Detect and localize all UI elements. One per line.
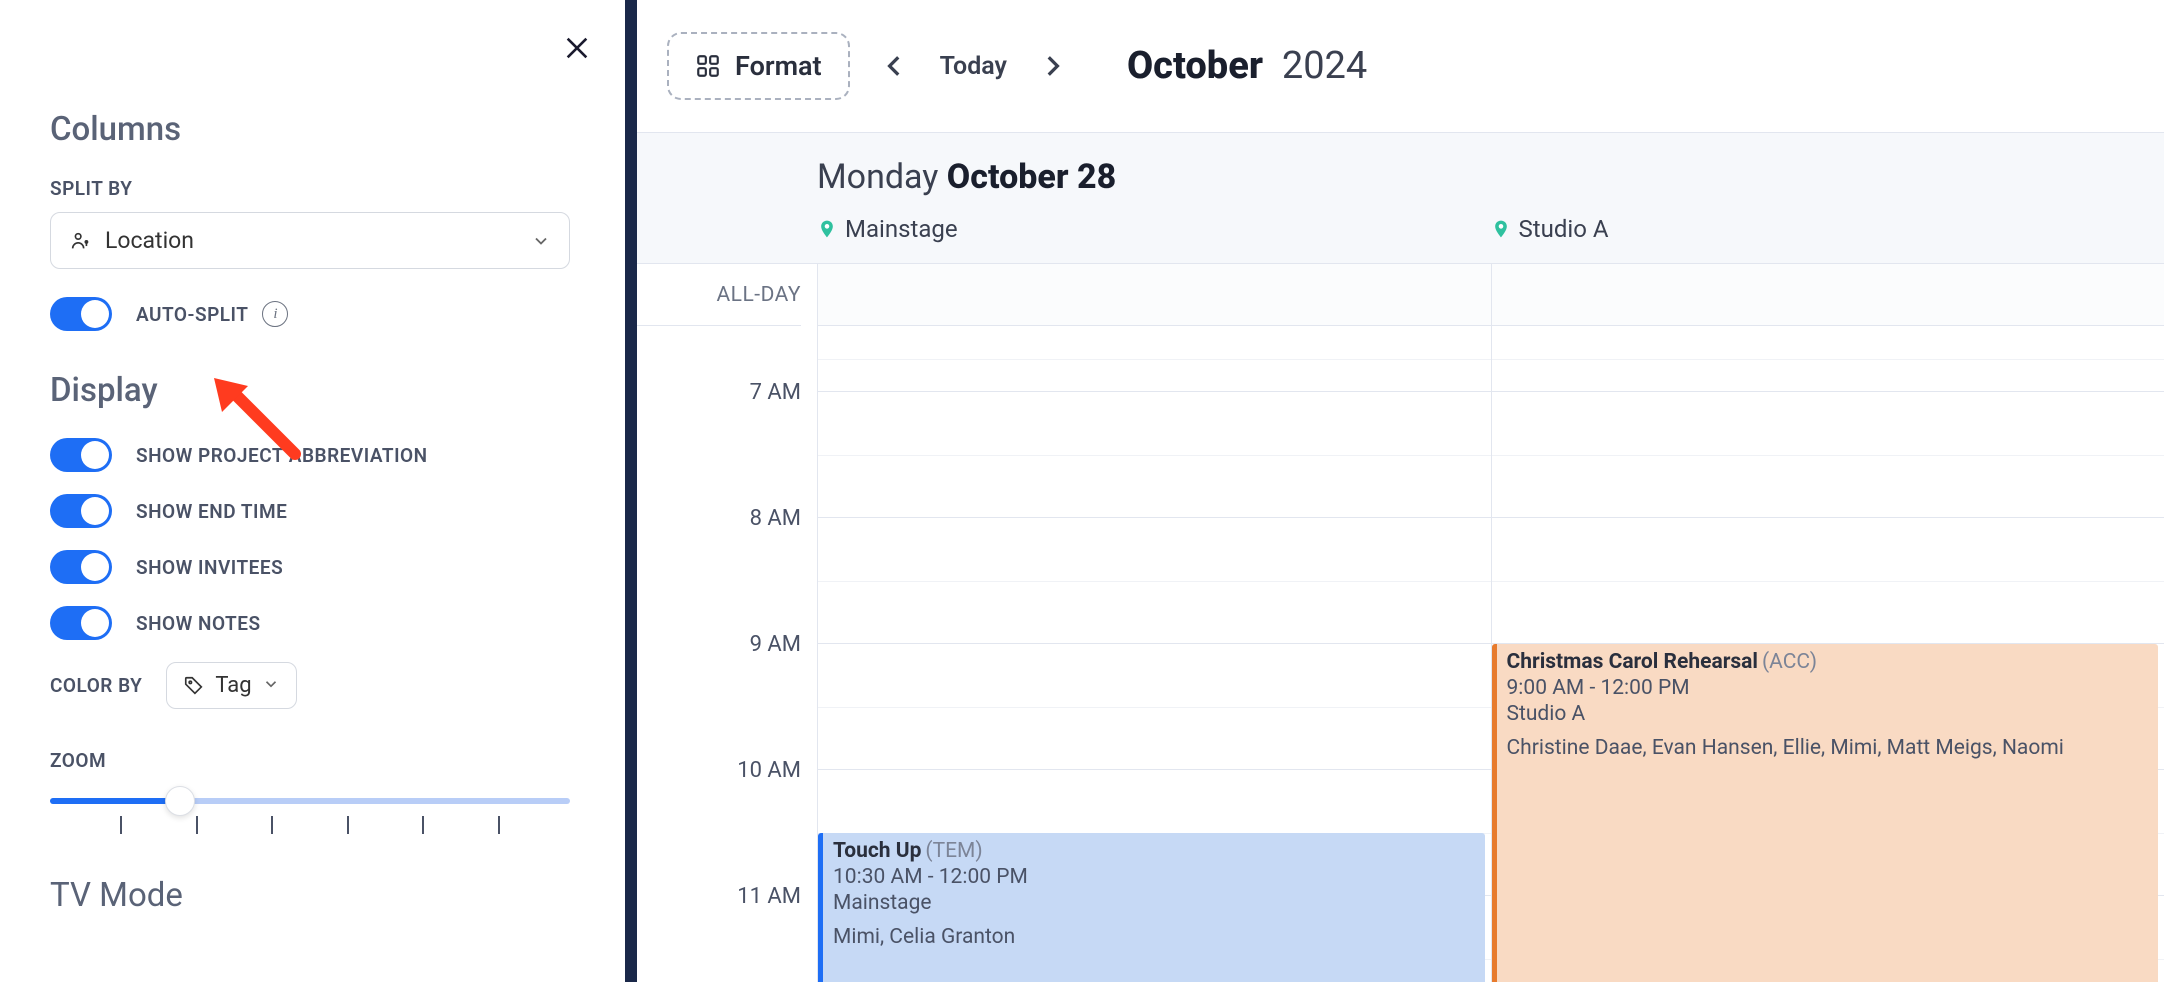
event-invitees: Mimi, Celia Granton (833, 925, 1475, 949)
hour-block[interactable] (818, 644, 1491, 770)
month-label: October (1127, 44, 1263, 88)
event-location: Mainstage (833, 891, 1475, 915)
event-abbr: (ACC) (1762, 650, 1817, 674)
split-by-label: SPLIT BY (50, 177, 575, 200)
year-label: 2024 (1282, 44, 1367, 88)
format-label: Format (735, 50, 822, 82)
event-time: 10:30 AM - 12:00 PM (833, 865, 1475, 889)
location-col-header: Mainstage (817, 215, 1491, 243)
zoom-label: ZOOM (50, 749, 575, 772)
hour-block-partial[interactable] (1492, 326, 2164, 392)
auto-split-toggle[interactable] (50, 297, 112, 331)
close-icon (563, 34, 591, 62)
hour-block-partial[interactable] (818, 326, 1491, 392)
person-pin-icon (69, 230, 91, 252)
all-day-row[interactable] (1492, 264, 2164, 326)
auto-split-label: AUTO-SPLIT (136, 303, 248, 326)
location-0-label: Mainstage (845, 215, 958, 243)
pin-icon (1491, 217, 1511, 241)
close-button[interactable] (559, 30, 595, 69)
event-location: Studio A (1507, 702, 2149, 726)
calendar-column-mainstage: Touch Up (TEM) 10:30 AM - 12:00 PM Mains… (817, 264, 1491, 982)
event-time: 9:00 AM - 12:00 PM (1507, 676, 2149, 700)
grid-icon (695, 53, 721, 79)
month-year-label: October 2024 (1127, 44, 1367, 88)
today-button[interactable]: Today (940, 52, 1007, 81)
calendar-body: ALL-DAY 7 AM 8 AM 9 AM 10 AM 11 AM 12 PM (637, 264, 2164, 982)
chevron-left-icon (882, 53, 908, 79)
hour-block[interactable] (1492, 518, 2164, 644)
show-notes-toggle[interactable] (50, 606, 112, 640)
zoom-slider[interactable] (50, 790, 570, 840)
show-notes-label: SHOW NOTES (136, 612, 261, 635)
chevron-right-icon (1039, 53, 1065, 79)
hour-block[interactable] (818, 518, 1491, 644)
color-by-label: COLOR BY (50, 674, 142, 697)
hour-block[interactable] (818, 392, 1491, 518)
hour-label: 11 AM (637, 884, 801, 982)
show-abbr-label: SHOW PROJECT ABBREVIATION (136, 444, 428, 467)
columns-section-title: Columns (50, 110, 575, 149)
next-button[interactable] (1029, 43, 1075, 89)
day-header: Monday October 28 Mainstage Studio A (637, 132, 2164, 264)
sidebar-panel: Columns SPLIT BY Location AUTO-SPLIT i D… (0, 0, 625, 982)
weekday-label: Monday (817, 157, 938, 197)
day-title: Monday October 28 (637, 133, 2164, 215)
info-icon[interactable]: i (262, 301, 288, 327)
event-touch-up[interactable]: Touch Up (TEM) 10:30 AM - 12:00 PM Mains… (818, 833, 1485, 982)
slider-thumb[interactable] (165, 786, 195, 816)
show-inv-toggle[interactable] (50, 550, 112, 584)
hour-label: 10 AM (637, 758, 801, 884)
prev-button[interactable] (872, 43, 918, 89)
event-christmas-carol[interactable]: Christmas Carol Rehearsal (ACC) 9:00 AM … (1492, 644, 2159, 982)
calendar-column-studio-a: Christmas Carol Rehearsal (ACC) 9:00 AM … (1491, 264, 2164, 982)
slider-fill (50, 798, 180, 804)
time-gutter: ALL-DAY 7 AM 8 AM 9 AM 10 AM 11 AM 12 PM (637, 264, 817, 982)
hour-label: 7 AM (637, 380, 801, 506)
location-1-label: Studio A (1519, 215, 1609, 243)
event-title: Touch Up (833, 839, 921, 863)
slider-ticks (50, 816, 570, 834)
show-end-label: SHOW END TIME (136, 500, 287, 523)
main-panel: Format Today October 2024 Monday October… (637, 0, 2164, 982)
split-by-select[interactable]: Location (50, 212, 570, 269)
format-button[interactable]: Format (667, 32, 850, 100)
color-by-value: Tag (215, 673, 251, 698)
tag-icon (183, 675, 205, 697)
tv-mode-title: TV Mode (50, 876, 575, 915)
main-header: Format Today October 2024 (637, 0, 2164, 132)
show-end-toggle[interactable] (50, 494, 112, 528)
event-title: Christmas Carol Rehearsal (1507, 650, 1758, 674)
event-invitees: Christine Daae, Evan Hansen, Ellie, Mimi… (1507, 736, 2149, 760)
all-day-label: ALL-DAY (637, 264, 801, 326)
pin-icon (817, 217, 837, 241)
date-label: October 28 (947, 157, 1116, 197)
divider-bar (625, 0, 637, 982)
chevron-down-icon (531, 231, 551, 251)
display-section-title: Display (50, 371, 575, 410)
show-inv-label: SHOW INVITEES (136, 556, 283, 579)
event-abbr: (TEM) (925, 839, 982, 863)
show-abbr-toggle[interactable] (50, 438, 112, 472)
hour-block[interactable] (1492, 392, 2164, 518)
location-col-header: Studio A (1491, 215, 2164, 243)
hour-label: 8 AM (637, 506, 801, 632)
chevron-down-icon (262, 675, 280, 697)
color-by-select[interactable]: Tag (166, 662, 296, 709)
split-by-value: Location (105, 227, 531, 254)
hour-label: 9 AM (637, 632, 801, 758)
all-day-row[interactable] (818, 264, 1491, 326)
